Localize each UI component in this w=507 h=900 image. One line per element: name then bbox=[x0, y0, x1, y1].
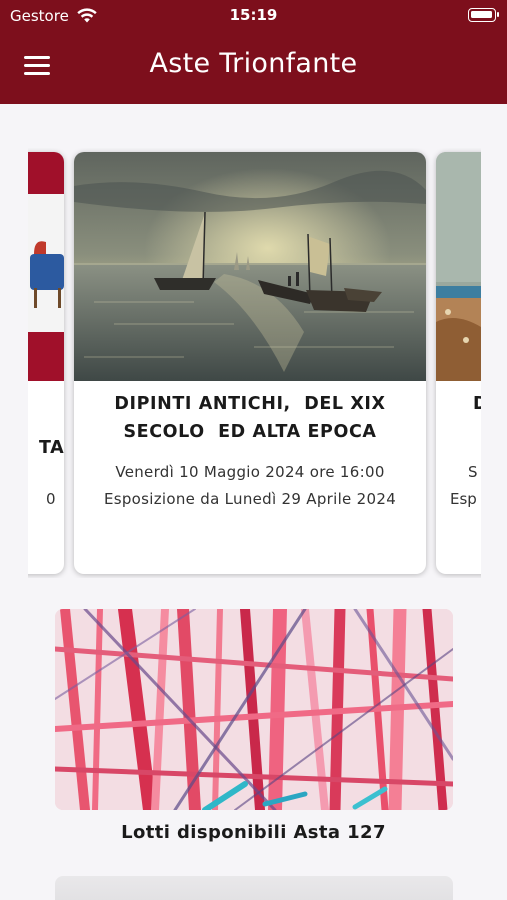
app-header: Gestore 15:19 Aste Trionfante bbox=[0, 0, 507, 104]
auction-title-previous: TA bbox=[39, 438, 64, 458]
auction-image-previous bbox=[28, 152, 64, 381]
auction-date-previous: 0 bbox=[46, 490, 56, 508]
auction-card-next[interactable]: D S Esp bbox=[436, 152, 481, 574]
auction-card[interactable]: DIPINTI ANTICHI, DEL XIX SECOLO ED ALTA … bbox=[74, 152, 426, 574]
page-title: Aste Trionfante bbox=[149, 48, 358, 79]
featured-lots-banner[interactable] bbox=[55, 609, 453, 810]
clock: 15:19 bbox=[229, 6, 278, 24]
auction-image-next bbox=[436, 152, 481, 381]
auction-title-next: D bbox=[473, 394, 481, 414]
featured-lots-caption: Lotti disponibili Asta 127 bbox=[121, 822, 386, 843]
status-bar: Gestore 15:19 bbox=[0, 0, 507, 34]
auction-date: Venerdì 10 Maggio 2024 ore 16:00 bbox=[115, 463, 385, 481]
auction-card-previous[interactable]: TA 0 bbox=[28, 152, 64, 574]
auction-title-line1: DIPINTI ANTICHI, DEL XIX bbox=[114, 394, 386, 414]
auction-carousel[interactable]: TA 0 DIPINTI ANTICHI, DEL XIX SECOLO ED … bbox=[28, 148, 481, 578]
auction-date-next: S bbox=[468, 463, 478, 481]
auction-image bbox=[74, 152, 426, 381]
next-banner[interactable] bbox=[55, 876, 453, 900]
auction-title: DIPINTI ANTICHI, DEL XIX SECOLO ED ALTA … bbox=[84, 390, 416, 446]
auction-exhibition: Esposizione da Lunedì 29 Aprile 2024 bbox=[103, 490, 397, 508]
seascape-painting bbox=[74, 152, 426, 381]
auction-title-line2: SECOLO ED ALTA EPOCA bbox=[123, 422, 377, 442]
abstract-artwork bbox=[55, 609, 453, 810]
battery-icon bbox=[468, 8, 499, 22]
auction-exhibition-next: Esp bbox=[450, 490, 477, 508]
